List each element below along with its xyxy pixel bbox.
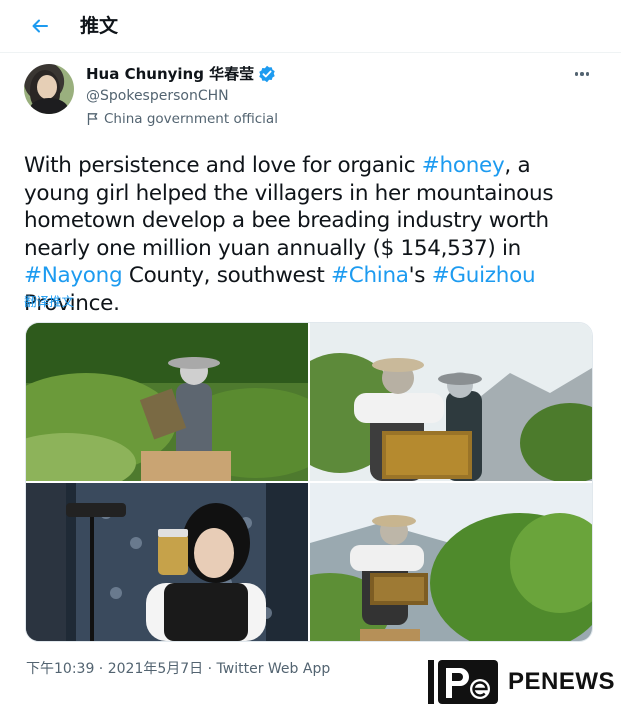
tweet-text-part: With persistence and love for organic <box>24 153 422 178</box>
flag-icon <box>87 113 98 125</box>
page-title: 推文 <box>80 15 119 37</box>
penews-watermark: PENEWS <box>428 660 615 704</box>
tweet-meta: 下午10:39 · 2021年5月7日 · Twitter Web App <box>26 660 330 678</box>
beekeeper-hive-frame-photo-icon <box>310 483 592 641</box>
tweet-source[interactable]: Twitter Web App <box>217 661 331 677</box>
tweet-text-part: 's <box>408 263 432 288</box>
avatar-face <box>37 75 57 99</box>
verified-badge-icon <box>258 65 276 83</box>
translate-tweet-link[interactable]: 翻译推文 <box>24 294 74 310</box>
more-options-button[interactable] <box>570 66 594 82</box>
tweet-text-part: County, southwest <box>122 263 332 288</box>
separator: · <box>94 661 108 677</box>
media-grid <box>25 322 593 642</box>
woman-honey-jar-photo-icon <box>26 483 308 641</box>
avatar[interactable] <box>24 64 74 114</box>
back-button[interactable] <box>26 12 54 40</box>
penews-text: PENEWS <box>508 668 616 695</box>
avatar-body <box>30 98 68 114</box>
tweet-text: With persistence and love for organic #h… <box>24 152 599 317</box>
hashtag-guizhou[interactable]: #Guizhou <box>432 263 536 288</box>
beekeeper-forest-photo-icon <box>26 323 308 481</box>
government-label[interactable]: China government official <box>86 110 278 128</box>
arrow-left-icon <box>32 19 48 33</box>
hashtag-honey[interactable]: #honey <box>422 153 505 178</box>
media-photo-3[interactable] <box>26 483 308 641</box>
tweet-time[interactable]: 下午10:39 <box>26 661 94 677</box>
author-name-text: Hua Chunying 华春莹 <box>86 65 255 83</box>
dot-icon <box>574 72 579 76</box>
separator: · <box>203 661 217 677</box>
author-handle[interactable]: @SpokespersonCHN <box>86 87 229 105</box>
top-bar: 推文 <box>0 0 621 53</box>
media-photo-4[interactable] <box>310 483 592 641</box>
media-photo-2[interactable] <box>310 323 592 481</box>
government-label-text: China government official <box>104 111 278 127</box>
penews-logo-icon <box>428 660 498 704</box>
hashtag-china[interactable]: #China <box>331 263 409 288</box>
hashtag-nayong[interactable]: #Nayong <box>24 263 123 288</box>
two-beekeepers-mountain-photo-icon <box>310 323 592 481</box>
tweet-date[interactable]: 2021年5月7日 <box>108 661 203 677</box>
dot-icon <box>585 72 590 76</box>
author-name[interactable]: Hua Chunying 华春莹 <box>86 64 276 84</box>
dot-icon <box>580 72 584 76</box>
media-photo-1[interactable] <box>26 323 308 481</box>
